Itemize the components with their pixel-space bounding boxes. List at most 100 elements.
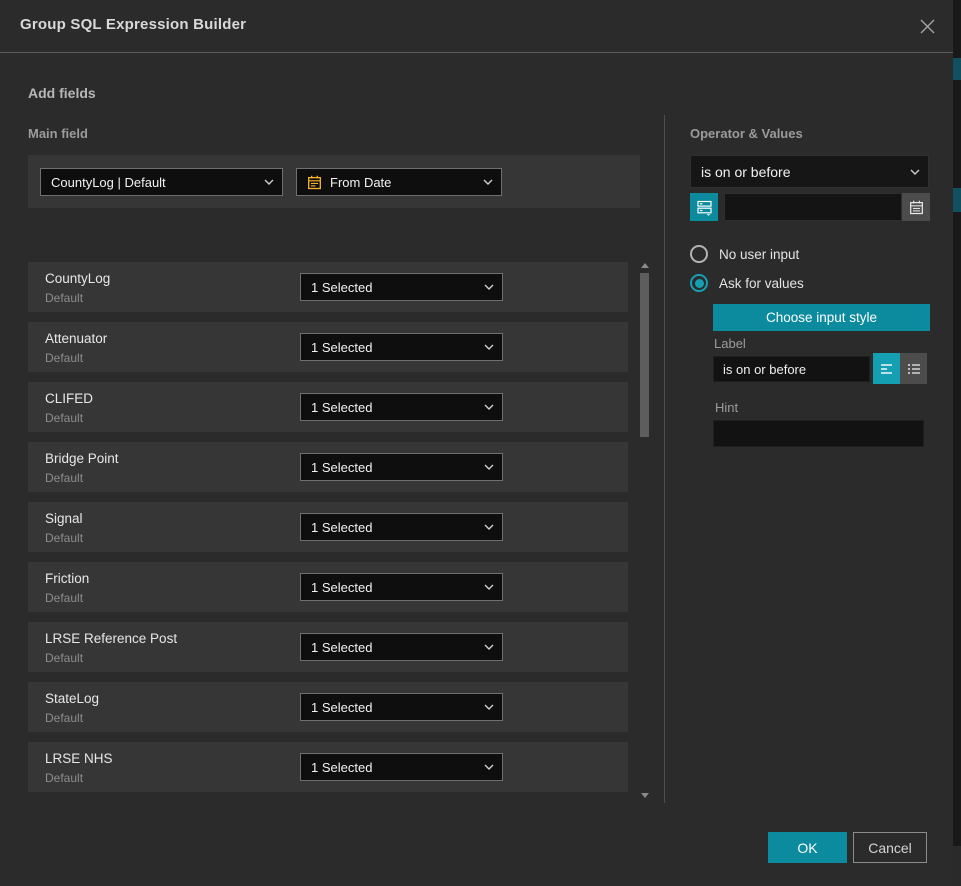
scrollbar-up-arrow-icon[interactable] <box>641 263 649 268</box>
operator-dropdown-value: is on or before <box>701 164 904 180</box>
radio-ask-for-values-label: Ask for values <box>719 276 804 291</box>
label-field-label: Label <box>714 336 746 351</box>
operator-dropdown[interactable]: is on or before <box>690 155 929 188</box>
field-selected-dropdown[interactable]: 1 Selected <box>300 333 503 361</box>
radio-checked-icon <box>690 274 708 292</box>
radio-no-user-input[interactable]: No user input <box>690 245 799 263</box>
field-name: Friction <box>45 571 89 586</box>
chevron-down-icon <box>484 764 494 770</box>
field-row: StateLog Default 1 Selected <box>28 682 628 732</box>
field-row: CountyLog Default 1 Selected <box>28 262 628 312</box>
field-sub: Default <box>45 291 83 305</box>
field-dropdown[interactable]: From Date <box>296 168 502 196</box>
field-selected-dropdown[interactable]: 1 Selected <box>300 393 503 421</box>
background-accent-mark <box>953 846 961 886</box>
field-row: LRSE Reference Post Default 1 Selected <box>28 622 628 672</box>
field-selected-dropdown-label: 1 Selected <box>311 700 478 715</box>
align-left-icon <box>879 361 895 377</box>
chevron-down-icon <box>484 464 494 470</box>
field-sub: Default <box>45 591 83 605</box>
field-sub: Default <box>45 411 83 425</box>
hint-field-label: Hint <box>715 400 738 415</box>
field-sub: Default <box>45 711 83 725</box>
field-dropdown-value: From Date <box>330 175 477 190</box>
cancel-button[interactable]: Cancel <box>853 832 927 863</box>
field-selected-dropdown[interactable]: 1 Selected <box>300 273 503 301</box>
layer-dropdown-value: CountyLog | Default <box>51 175 258 190</box>
choose-input-style-button[interactable]: Choose input style <box>713 304 930 331</box>
group-sql-expression-builder-dialog: Group SQL Expression Builder Add fields … <box>0 0 953 886</box>
ok-button[interactable]: OK <box>768 832 847 863</box>
field-sub: Default <box>45 471 83 485</box>
field-sub: Default <box>45 651 83 665</box>
chevron-down-icon <box>484 524 494 530</box>
main-field-panel: CountyLog | Default From Date <box>28 155 640 208</box>
field-sub: Default <box>45 531 83 545</box>
list-style-button[interactable] <box>900 353 927 384</box>
field-selected-dropdown[interactable]: 1 Selected <box>300 633 503 661</box>
layer-dropdown[interactable]: CountyLog | Default <box>40 168 283 196</box>
unique-values-button[interactable] <box>690 193 718 221</box>
field-selected-dropdown-label: 1 Selected <box>311 520 478 535</box>
radio-no-user-input-label: No user input <box>719 247 799 262</box>
label-input[interactable] <box>713 356 870 382</box>
dialog-titlebar: Group SQL Expression Builder <box>0 0 953 53</box>
chevron-down-icon <box>910 169 920 175</box>
chevron-down-icon <box>484 344 494 350</box>
field-selected-dropdown[interactable]: 1 Selected <box>300 693 503 721</box>
chevron-down-icon <box>484 404 494 410</box>
field-row: Friction Default 1 Selected <box>28 562 628 612</box>
scrollbar-down-arrow-icon[interactable] <box>641 793 649 798</box>
radio-ask-for-values[interactable]: Ask for values <box>690 274 804 292</box>
all-fields-list: CountyLog Default 1 Selected Attenuator … <box>28 262 628 802</box>
chevron-down-icon <box>484 704 494 710</box>
field-selected-dropdown-label: 1 Selected <box>311 340 478 355</box>
field-name: CLIFED <box>45 391 93 406</box>
field-selected-dropdown-label: 1 Selected <box>311 580 478 595</box>
background-app-edge <box>953 0 961 886</box>
chevron-down-icon <box>484 644 494 650</box>
field-sub: Default <box>45 771 83 785</box>
field-selected-dropdown[interactable]: 1 Selected <box>300 453 503 481</box>
vertical-divider <box>664 115 665 803</box>
field-name: StateLog <box>45 691 99 706</box>
unique-values-icon <box>696 199 713 216</box>
chevron-down-icon <box>264 179 274 185</box>
main-field-label: Main field <box>28 126 88 141</box>
single-line-style-button[interactable] <box>873 353 900 384</box>
field-selected-dropdown[interactable]: 1 Selected <box>300 573 503 601</box>
field-row: LRSE NHS Default 1 Selected <box>28 742 628 792</box>
operator-values-heading: Operator & Values <box>690 126 803 141</box>
field-selected-dropdown-label: 1 Selected <box>311 280 478 295</box>
field-name: Bridge Point <box>45 451 119 466</box>
field-sub: Default <box>45 351 83 365</box>
field-row: Attenuator Default 1 Selected <box>28 322 628 372</box>
value-input[interactable] <box>724 193 902 221</box>
add-fields-heading: Add fields <box>28 85 96 101</box>
chevron-down-icon <box>483 179 493 185</box>
background-accent-mark <box>953 58 961 80</box>
field-name: LRSE NHS <box>45 751 113 766</box>
background-accent-mark <box>953 188 961 212</box>
field-selected-dropdown-label: 1 Selected <box>311 760 478 775</box>
close-button[interactable] <box>913 12 941 40</box>
calendar-icon <box>909 200 924 215</box>
chevron-down-icon <box>484 284 494 290</box>
dialog-title: Group SQL Expression Builder <box>20 16 246 33</box>
list-icon <box>906 361 922 377</box>
field-selected-dropdown-label: 1 Selected <box>311 460 478 475</box>
field-name: CountyLog <box>45 271 110 286</box>
field-row: CLIFED Default 1 Selected <box>28 382 628 432</box>
field-selected-dropdown-label: 1 Selected <box>311 640 478 655</box>
hint-input[interactable] <box>713 420 924 447</box>
date-field-icon <box>307 175 322 190</box>
field-selected-dropdown[interactable]: 1 Selected <box>300 513 503 541</box>
field-selected-dropdown-label: 1 Selected <box>311 400 478 415</box>
field-row: Bridge Point Default 1 Selected <box>28 442 628 492</box>
screen: Group SQL Expression Builder Add fields … <box>0 0 961 886</box>
radio-unchecked-icon <box>690 245 708 263</box>
scrollbar-thumb[interactable] <box>640 273 649 437</box>
date-picker-button[interactable] <box>902 193 930 221</box>
field-name: Signal <box>45 511 83 526</box>
field-selected-dropdown[interactable]: 1 Selected <box>300 753 503 781</box>
